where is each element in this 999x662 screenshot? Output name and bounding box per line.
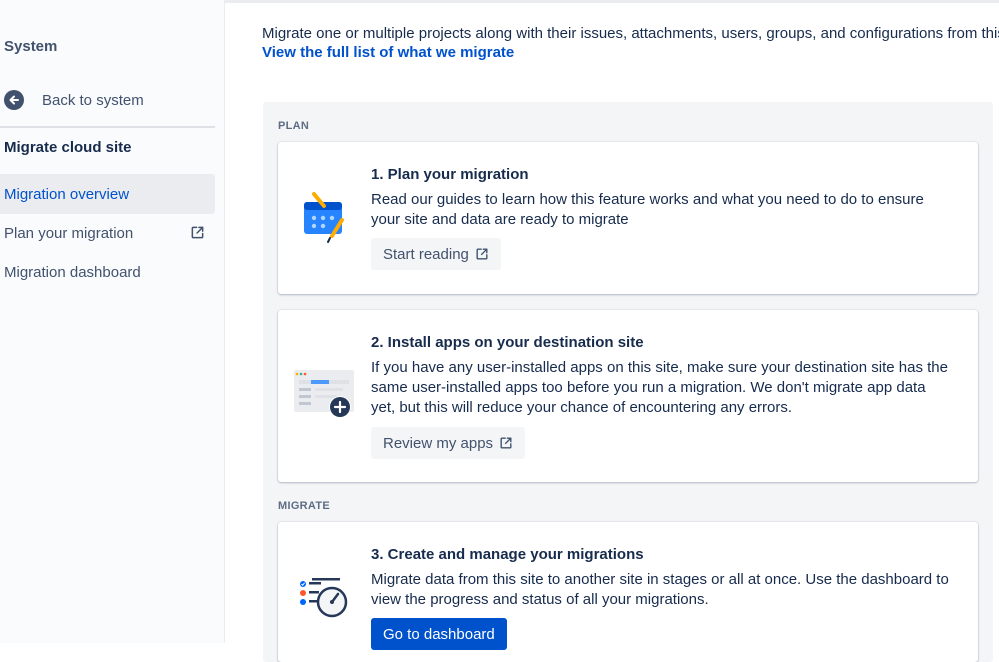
card-text: Migrate data from this site to another s… [371, 571, 949, 608]
button-label: Review my apps [383, 434, 494, 452]
external-link-icon [190, 225, 205, 244]
back-to-system-link[interactable]: Back to system [4, 88, 144, 112]
button-label: Start reading [383, 245, 469, 263]
card-title: 3. Create and manage your migrations [371, 546, 644, 563]
back-to-system-label: Back to system [42, 91, 144, 109]
sidebar-divider [0, 126, 215, 128]
section-label-plan: PLAN [278, 120, 310, 132]
guide-illustration-icon [300, 188, 350, 249]
apps-illustration-icon [293, 368, 355, 425]
sidebar-item-migration-overview[interactable]: Migration overview [0, 174, 215, 214]
sidebar-title: System [4, 38, 58, 55]
review-my-apps-button[interactable]: Review my apps [371, 427, 526, 459]
external-link-icon [475, 247, 489, 261]
sidebar-section-title: Migrate cloud site [4, 139, 132, 156]
card-install-apps: 2. Install apps on your destination site… [278, 310, 978, 482]
external-link-icon [499, 436, 513, 450]
card-title: 2. Install apps on your destination site [371, 334, 644, 351]
card-text: Read our guides to learn how this featur… [371, 191, 924, 228]
sidebar-item-plan-your-migration[interactable]: Plan your migration [0, 213, 215, 253]
button-label: Go to dashboard [383, 625, 495, 643]
sidebar-item-label: Migration overview [4, 185, 130, 203]
card-title: 1. Plan your migration [371, 166, 529, 183]
sidebar-item-migration-dashboard[interactable]: Migration dashboard [0, 252, 215, 292]
section-label-migrate: MIGRATE [278, 500, 331, 512]
go-to-dashboard-button[interactable]: Go to dashboard [371, 618, 507, 650]
start-reading-button[interactable]: Start reading [371, 238, 501, 270]
card-manage-migrations: 3. Create and manage your migrations Mig… [278, 522, 978, 662]
intro-text: Migrate one or multiple projects along w… [262, 25, 999, 42]
full-list-link[interactable]: View the full list of what we migrate [262, 44, 514, 61]
sidebar-item-label: Migration dashboard [4, 263, 141, 281]
dashboard-illustration-icon [298, 576, 352, 627]
arrow-left-icon [4, 90, 24, 110]
sidebar-item-label: Plan your migration [4, 224, 134, 242]
sidebar: System Back to system Migrate cloud site… [0, 0, 225, 643]
card-text: If you have any user-installed apps on t… [371, 359, 948, 416]
card-plan-migration: 1. Plan your migration Read our guides t… [278, 142, 978, 294]
